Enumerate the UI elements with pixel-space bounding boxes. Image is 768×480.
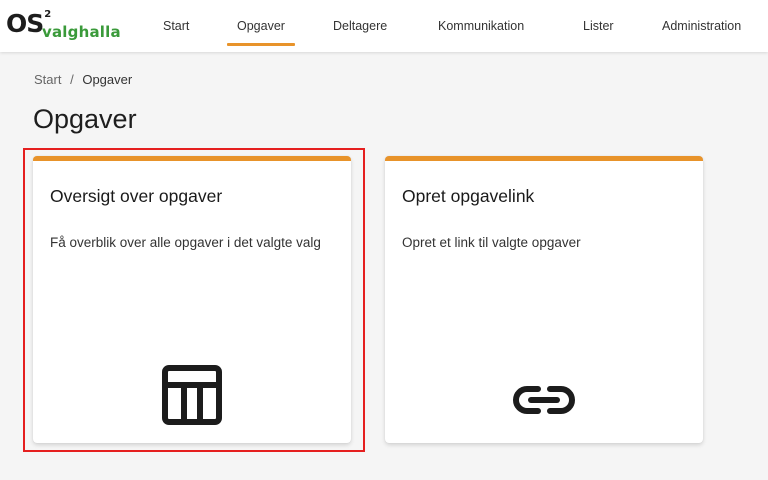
logo-superscript: 2	[44, 9, 52, 20]
table-icon	[162, 365, 222, 430]
nav-item-start[interactable]: Start	[163, 0, 189, 52]
card-description: Opret et link til valgte opgaver	[402, 235, 581, 250]
top-navigation: OS 2 valghalla Start Opgaver Deltagere K…	[0, 0, 768, 52]
card-title: Oversigt over opgaver	[50, 186, 223, 206]
link-icon	[511, 385, 577, 420]
nav-item-lister[interactable]: Lister	[583, 0, 614, 52]
card-opret-opgavelink[interactable]: Opret opgavelink Opret et link til valgt…	[385, 156, 703, 443]
breadcrumb-item-start[interactable]: Start	[34, 72, 61, 87]
card-description: Få overblik over alle opgaver i det valg…	[50, 235, 321, 250]
breadcrumb-separator: /	[70, 72, 74, 87]
logo-name: valghalla	[42, 23, 121, 41]
page-title: Opgaver	[33, 104, 137, 134]
app-logo[interactable]: OS 2 valghalla	[6, 9, 121, 43]
nav-item-opgaver[interactable]: Opgaver	[227, 0, 295, 52]
nav-item-administration[interactable]: Administration	[662, 0, 741, 52]
nav-item-kommunikation[interactable]: Kommunikation	[438, 0, 524, 52]
breadcrumb: Start / Opgaver	[34, 72, 132, 87]
nav-item-deltagere[interactable]: Deltagere	[333, 0, 387, 52]
card-title: Opret opgavelink	[402, 186, 535, 206]
breadcrumb-item-opgaver: Opgaver	[82, 72, 133, 87]
logo-os: OS	[6, 9, 44, 38]
card-oversigt-over-opgaver[interactable]: Oversigt over opgaver Få overblik over a…	[33, 156, 351, 443]
